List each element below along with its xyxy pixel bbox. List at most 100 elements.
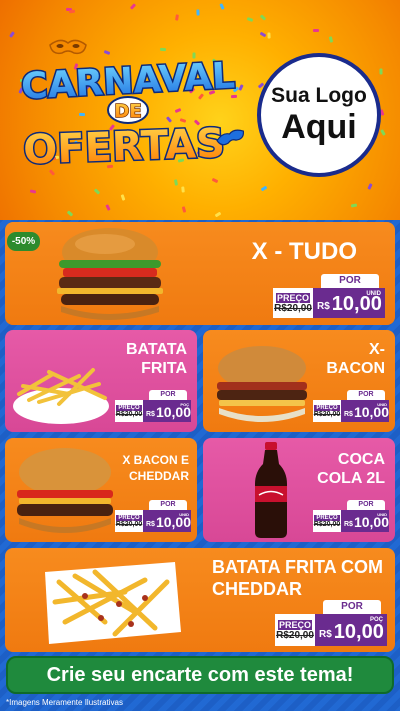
price-value: 10,00 <box>333 621 384 643</box>
currency: R$ <box>344 411 353 418</box>
new-price-box: POR R$ 10,00 UNID <box>313 274 385 318</box>
currency: R$ <box>344 521 353 528</box>
price-value: 10,00 <box>155 404 191 420</box>
confetti-piece <box>68 9 76 14</box>
price-tag: PREÇO R$20,00 POR R$ 10,00 POÇ <box>275 600 387 646</box>
bacon-burger-image <box>217 346 307 422</box>
price-unit: POÇ <box>180 402 189 407</box>
confetti-piece <box>267 32 271 39</box>
discount-badge: -50% <box>7 232 40 251</box>
confetti-piece <box>93 188 101 195</box>
burger-image <box>57 228 163 320</box>
cta-banner[interactable]: Crie seu encarte com este tema! <box>6 656 394 694</box>
product-card-x-bacon[interactable]: X- BACON PREÇO R$20,00 POR R$ 10,00 UNID <box>203 330 395 432</box>
store-logo-placeholder[interactable]: Sua Logo Aqui <box>257 53 381 177</box>
product-card-x-bacon-cheddar[interactable]: X BACON E CHEDDAR PREÇO R$20,00 POR R$ 1… <box>5 438 197 542</box>
por-label: POR <box>149 500 187 510</box>
confetti-piece <box>219 3 225 10</box>
logo-text-line1: Sua Logo <box>271 84 367 107</box>
title-line2: DE <box>114 101 141 122</box>
old-price-box: PREÇO R$20,00 <box>273 288 313 318</box>
product-name: X BACON E CHEDDAR <box>122 452 189 484</box>
title-line3: OFERTAS <box>23 120 226 173</box>
price-value: 10,00 <box>353 514 389 530</box>
old-price-box: PREÇO R$20,00 <box>115 510 143 532</box>
price-tag: PREÇO R$20,00 POR R$ 10,00 UNID <box>313 500 389 532</box>
header-banner: CARNAVAL DE OFERTAS Sua Logo Aqui <box>0 0 400 220</box>
fries-image <box>13 368 109 424</box>
confetti-piece <box>379 68 383 75</box>
product-name-line2: COLA 2L <box>317 470 385 487</box>
confetti-piece <box>214 211 222 218</box>
confetti-piece <box>173 179 179 186</box>
confetti-piece <box>181 206 187 213</box>
product-card-x-tudo[interactable]: X - TUDO PREÇO R$20,00 POR R$ 10,00 UNID <box>5 222 395 325</box>
price-unit: UNID <box>377 512 387 517</box>
carnaval-title-logo: CARNAVAL DE OFERTAS <box>19 39 245 175</box>
confetti-piece <box>181 186 185 193</box>
product-name-line2: FRITA <box>141 360 187 377</box>
confetti-piece <box>259 14 267 21</box>
por-label: POR <box>347 500 385 510</box>
old-price-label: PREÇO <box>276 292 310 303</box>
cheddar-burger-image <box>17 448 113 533</box>
confetti-piece <box>66 210 74 217</box>
product-card-coca-cola[interactable]: COCA COLA 2L PREÇO R$20,00 POR R$ 10,00 … <box>203 438 395 542</box>
price-value: 10,00 <box>353 404 389 420</box>
product-card-batata-cheddar[interactable]: BATATA FRITA COM CHEDDAR PREÇO R$20,00 P… <box>5 548 395 652</box>
confetti-piece <box>129 3 137 10</box>
confetti-piece <box>29 189 37 194</box>
product-name: BATATA FRITA <box>126 340 187 378</box>
confetti-piece <box>328 36 334 43</box>
old-price: R$20,00 <box>313 410 341 418</box>
price-value: 10,00 <box>331 293 382 315</box>
por-label: POR <box>347 390 385 400</box>
confetti-piece <box>120 194 126 201</box>
old-price-box: PREÇO R$20,00 <box>313 510 341 532</box>
price-unit: POÇ <box>369 617 383 623</box>
new-price-box: POR R$ 10,00 POÇ <box>143 390 191 422</box>
confetti-piece <box>260 185 268 192</box>
price-tag: PREÇO R$20,00 POR R$ 10,00 UNID <box>115 500 191 532</box>
price-tag: PREÇO R$20,00 POR R$ 10,00 POÇ <box>115 390 191 422</box>
product-name: X- BACON <box>326 340 385 378</box>
old-price: R$20,00 <box>274 302 312 314</box>
old-price-box: PREÇO R$20,00 <box>115 400 143 422</box>
product-name-line1: X BACON E <box>122 453 189 467</box>
cheddar-fries-image <box>45 562 181 644</box>
old-price-label: PREÇO <box>278 619 312 630</box>
old-price-box: PREÇO R$20,00 <box>313 400 341 422</box>
product-name-line1: COCA <box>337 451 385 468</box>
product-name-line1: BATATA <box>125 341 187 358</box>
old-price: R$20,00 <box>115 520 143 528</box>
por-label: POR <box>321 274 379 288</box>
currency: R$ <box>319 629 332 640</box>
confetti-piece <box>367 183 373 190</box>
old-price: R$20,00 <box>115 410 143 418</box>
logo-text-line2: Aqui <box>281 108 357 146</box>
product-name-line2: CHEDDAR <box>129 469 189 483</box>
currency: R$ <box>146 411 155 418</box>
confetti-piece <box>246 17 254 22</box>
old-price: R$20,00 <box>276 629 314 641</box>
confetti-piece <box>259 31 267 38</box>
product-name-line2: CHEDDAR <box>212 579 303 599</box>
product-card-batata-frita[interactable]: BATATA FRITA PREÇO R$20,00 POR R$ 10,00 … <box>5 330 197 432</box>
old-price-box: PREÇO R$20,00 <box>275 614 315 646</box>
footnote: *Imagens Meramente Ilustrativas <box>6 698 123 707</box>
product-name: BATATA FRITA COM CHEDDAR <box>212 556 383 600</box>
confetti-piece <box>211 177 219 184</box>
product-name: COCA COLA 2L <box>317 450 385 488</box>
product-name: X - TUDO <box>251 238 357 265</box>
confetti-piece <box>105 204 111 211</box>
confetti-piece <box>196 9 200 16</box>
product-name-line1: X- <box>369 341 385 358</box>
por-label: POR <box>149 390 187 400</box>
new-price-box: POR R$ 10,00 UNID <box>143 500 191 532</box>
product-name-line2: BACON <box>326 360 385 377</box>
product-name-line1: BATATA FRITA COM <box>212 557 383 577</box>
currency: R$ <box>146 521 155 528</box>
confetti-piece <box>380 129 386 136</box>
price-value: 10,00 <box>155 514 191 530</box>
currency: R$ <box>317 301 330 312</box>
